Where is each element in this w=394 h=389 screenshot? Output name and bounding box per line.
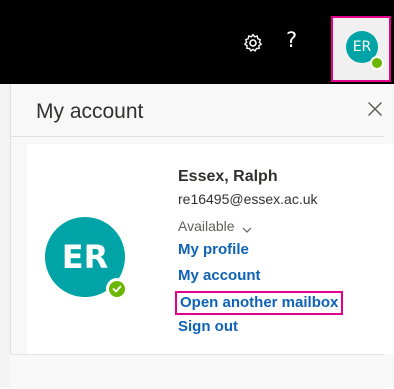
panel-bottom-area [10, 354, 384, 389]
account-panel: My account ER Essex, Ralph re16495@essex… [0, 84, 394, 389]
check-icon [106, 278, 128, 300]
presence-status-dropdown[interactable]: Available [178, 218, 252, 234]
my-account-link[interactable]: My account [178, 267, 261, 284]
top-bar: ? ER [0, 0, 394, 84]
my-profile-link[interactable]: My profile [178, 241, 249, 258]
presence-status-label: Available [178, 218, 235, 234]
account-name: Essex, Ralph [178, 168, 278, 185]
chevron-down-icon [242, 222, 252, 234]
panel-title: My account [36, 100, 144, 123]
account-card: ER Essex, Ralph re16495@essex.ac.uk Avai… [27, 144, 394, 354]
gear-icon[interactable] [243, 33, 263, 53]
help-icon[interactable]: ? [286, 28, 297, 52]
close-icon[interactable] [366, 100, 384, 118]
panel-left-strip [0, 84, 10, 388]
account-manager-button[interactable]: ER [331, 16, 391, 82]
open-another-mailbox-link[interactable]: Open another mailbox [175, 291, 344, 315]
divider [10, 136, 384, 137]
account-email: re16495@essex.ac.uk [178, 191, 318, 207]
presence-available-icon [370, 56, 384, 70]
sign-out-link[interactable]: Sign out [178, 318, 238, 335]
